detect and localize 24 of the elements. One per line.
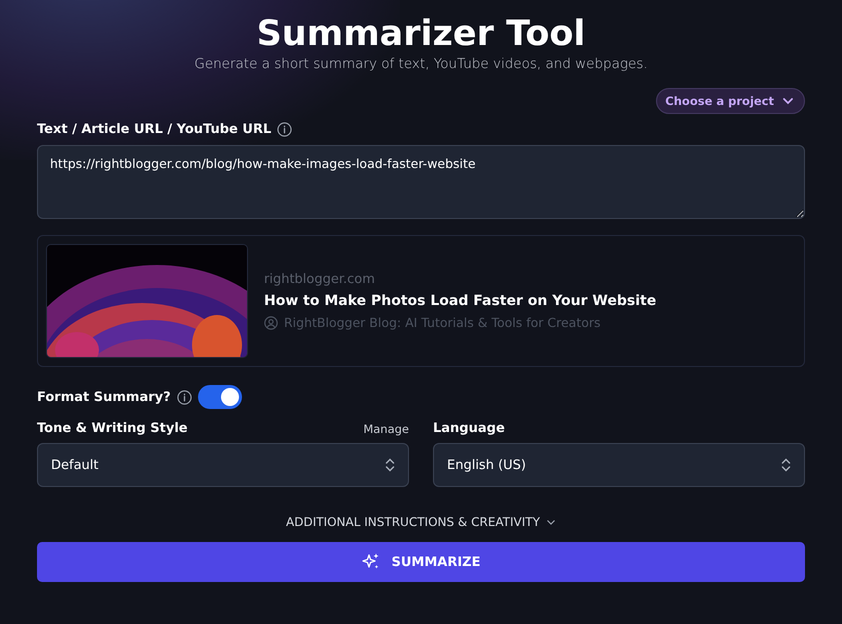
summarize-button[interactable]: SUMMARIZE <box>37 542 805 582</box>
preview-title: How to Make Photos Load Faster on Your Website <box>264 293 656 309</box>
page-subtitle: Generate a short summary of text, YouTube videos, and webpages. <box>193 56 649 72</box>
user-circle-icon <box>264 316 278 330</box>
up-down-chevron-icon <box>385 457 395 473</box>
additional-instructions-toggle[interactable]: ADDITIONAL INSTRUCTIONS & CREATIVITY <box>286 515 556 529</box>
up-down-chevron-icon <box>781 457 791 473</box>
project-dropdown[interactable]: Choose a project <box>656 88 805 114</box>
chevron-down-icon <box>782 97 794 105</box>
manage-link[interactable]: Manage <box>363 422 409 436</box>
tone-select[interactable]: Default <box>37 443 409 487</box>
info-icon <box>277 122 292 137</box>
preview-domain: rightblogger.com <box>264 272 376 287</box>
url-input-field[interactable]: https://rightblogger.com/blog/how-make-images-load-faster-website <box>37 145 805 219</box>
select-label: Language <box>433 421 505 436</box>
toggle-label: Format Summary? <box>37 390 171 404</box>
page-title: Summarizer Tool <box>256 14 586 54</box>
toggle-switch[interactable] <box>198 385 242 409</box>
field-label: Text / Article URL / YouTube URL <box>37 122 272 137</box>
select-label: Tone & Writing Style <box>37 421 188 436</box>
preview-site-name: RightBlogger Blog: AI Tutorials & Tools for Creators <box>284 315 601 330</box>
language-select[interactable]: English (US) <box>433 443 805 487</box>
chevron-down-icon <box>546 518 556 526</box>
info-icon <box>176 390 192 404</box>
